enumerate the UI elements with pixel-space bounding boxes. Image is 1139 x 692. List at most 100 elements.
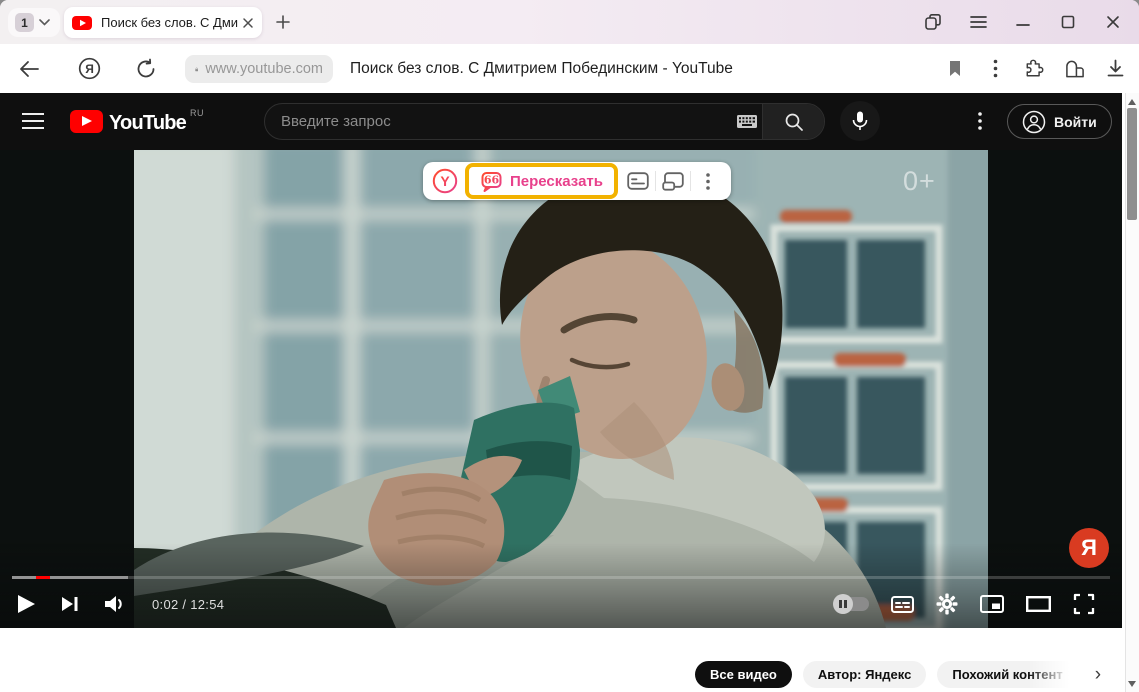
progress-played <box>36 576 50 579</box>
player-controls-right <box>835 586 1095 622</box>
retell-label: Пересказать <box>510 173 603 190</box>
settings-button[interactable] <box>936 593 958 615</box>
url-box[interactable]: www.youtube.com <box>185 55 333 83</box>
yandex-browser-button[interactable]: Y <box>430 166 460 196</box>
below-player-area: Все видео Автор: Яндекс Похожий контент … <box>0 628 1122 692</box>
active-tab[interactable]: Поиск без слов. С Дми <box>64 7 262 38</box>
vertical-dots-icon <box>706 173 710 190</box>
float-window-button[interactable] <box>658 166 688 196</box>
guide-menu-icon[interactable] <box>22 111 44 131</box>
miniplayer-button[interactable] <box>980 595 1004 613</box>
yandex-alice-badge[interactable]: Я <box>1069 528 1109 568</box>
close-button[interactable] <box>1104 13 1122 31</box>
scrollbar-thumb[interactable] <box>1127 108 1137 220</box>
volume-button[interactable] <box>104 595 127 613</box>
search-input[interactable] <box>265 113 732 130</box>
back-button[interactable] <box>18 44 40 93</box>
youtube-header: YouTube RU <box>0 93 1122 150</box>
new-tab-button[interactable] <box>270 9 296 35</box>
address-toolbar: Я www.youtube.com Поиск без слов. С Дмит… <box>0 44 1139 93</box>
chevron-down-icon <box>39 19 50 26</box>
theater-mode-button[interactable] <box>1026 596 1051 612</box>
age-rating-badge: 0+ <box>903 166 936 197</box>
player-controls-left: 0:02 / 12:54 <box>16 586 224 622</box>
chip-author[interactable]: Автор: Яндекс <box>803 661 926 688</box>
search-icon <box>784 112 804 132</box>
play-button[interactable] <box>16 593 36 615</box>
quote-bubble-icon: 66 <box>480 170 503 193</box>
tab-title: Поиск без слов. С Дми <box>101 15 238 30</box>
page-scrollbar[interactable] <box>1122 93 1139 692</box>
window-controls <box>924 0 1122 44</box>
person-icon <box>1022 110 1046 134</box>
maximize-button[interactable] <box>1059 13 1077 31</box>
lock-icon <box>195 62 198 77</box>
search-button[interactable] <box>762 103 824 140</box>
collections-icon[interactable] <box>1065 59 1085 79</box>
download-icon[interactable] <box>1105 59 1125 79</box>
tab-count-badge: 1 <box>15 13 34 32</box>
next-button[interactable] <box>61 595 79 613</box>
scroll-down-arrow[interactable] <box>1128 681 1136 687</box>
captions-button[interactable] <box>891 596 914 613</box>
chip-all-videos[interactable]: Все видео <box>695 661 792 688</box>
svg-text:Я: Я <box>85 62 94 76</box>
fullscreen-button[interactable] <box>1073 593 1095 615</box>
toolbar-more-button[interactable] <box>693 166 723 196</box>
time-display: 0:02 / 12:54 <box>152 597 224 612</box>
minimize-button[interactable] <box>1014 13 1032 31</box>
youtube-favicon <box>72 16 92 30</box>
toolbar-actions <box>945 44 1125 93</box>
progress-buffered <box>12 576 128 579</box>
page-title: Поиск без слов. С Дмитрием Побединским -… <box>350 44 733 93</box>
yandex-circle-icon: Я <box>78 57 101 80</box>
youtube-logo-text: YouTube <box>109 112 186 135</box>
youtube-region-label: RU <box>190 108 204 118</box>
chips-scroll-chevron[interactable]: › <box>1095 664 1101 686</box>
more-options-icon[interactable] <box>985 59 1005 79</box>
onscreen-keyboard-icon[interactable] <box>732 115 762 128</box>
sign-in-label: Войти <box>1054 114 1097 130</box>
browser-window: 1 Поиск без слов. С Дми <box>0 0 1139 692</box>
youtube-settings-menu-icon[interactable] <box>972 109 988 133</box>
tab-counter[interactable]: 1 <box>8 8 60 37</box>
autoplay-toggle[interactable] <box>835 597 869 611</box>
scroll-up-arrow[interactable] <box>1128 99 1136 105</box>
chip-similar-wrap: Похожий контент <box>937 661 1077 688</box>
tab-bar: 1 Поиск без слов. С Дми <box>0 0 1139 44</box>
back-arrow-icon <box>18 60 40 78</box>
yandex-services-button[interactable]: Я <box>78 44 101 93</box>
youtube-play-icon <box>70 110 103 133</box>
filter-chips: Все видео Автор: Яндекс Похожий контент … <box>695 661 1101 688</box>
bookmark-icon[interactable] <box>945 59 965 79</box>
video-progress-bar[interactable] <box>12 576 1110 579</box>
divider <box>690 171 691 191</box>
url-text: www.youtube.com <box>205 61 323 77</box>
autoplay-pause-icon <box>833 594 853 614</box>
scrollbar-track[interactable] <box>1125 93 1139 692</box>
yandex-letter: Я <box>1081 535 1097 561</box>
chip-similar[interactable]: Похожий контент <box>937 661 1077 688</box>
subtitles-icon <box>627 172 649 190</box>
extensions-icon[interactable] <box>1025 59 1045 79</box>
yandex-video-toolbar: Y 66 Пересказать <box>423 162 731 200</box>
sign-in-button[interactable]: Войти <box>1007 104 1112 139</box>
youtube-logo[interactable]: YouTube RU <box>70 104 204 135</box>
microphone-icon <box>852 111 868 131</box>
page-content: YouTube RU <box>0 93 1122 692</box>
tab-close-icon[interactable] <box>242 17 254 29</box>
side-panel-icon[interactable] <box>924 13 942 31</box>
divider <box>655 171 656 191</box>
plus-icon <box>275 14 291 30</box>
search-bar <box>264 103 825 140</box>
refresh-button[interactable] <box>135 44 157 93</box>
subtitles-button[interactable] <box>623 166 653 196</box>
browser-menu-icon[interactable] <box>969 13 987 31</box>
picture-in-picture-icon <box>662 172 684 191</box>
voice-search-button[interactable] <box>840 101 880 141</box>
retell-button[interactable]: 66 Пересказать <box>465 163 618 199</box>
svg-text:66: 66 <box>484 173 500 186</box>
svg-text:Y: Y <box>440 173 450 189</box>
refresh-icon <box>135 58 157 80</box>
video-player[interactable]: 0+ Y <box>0 150 1122 628</box>
